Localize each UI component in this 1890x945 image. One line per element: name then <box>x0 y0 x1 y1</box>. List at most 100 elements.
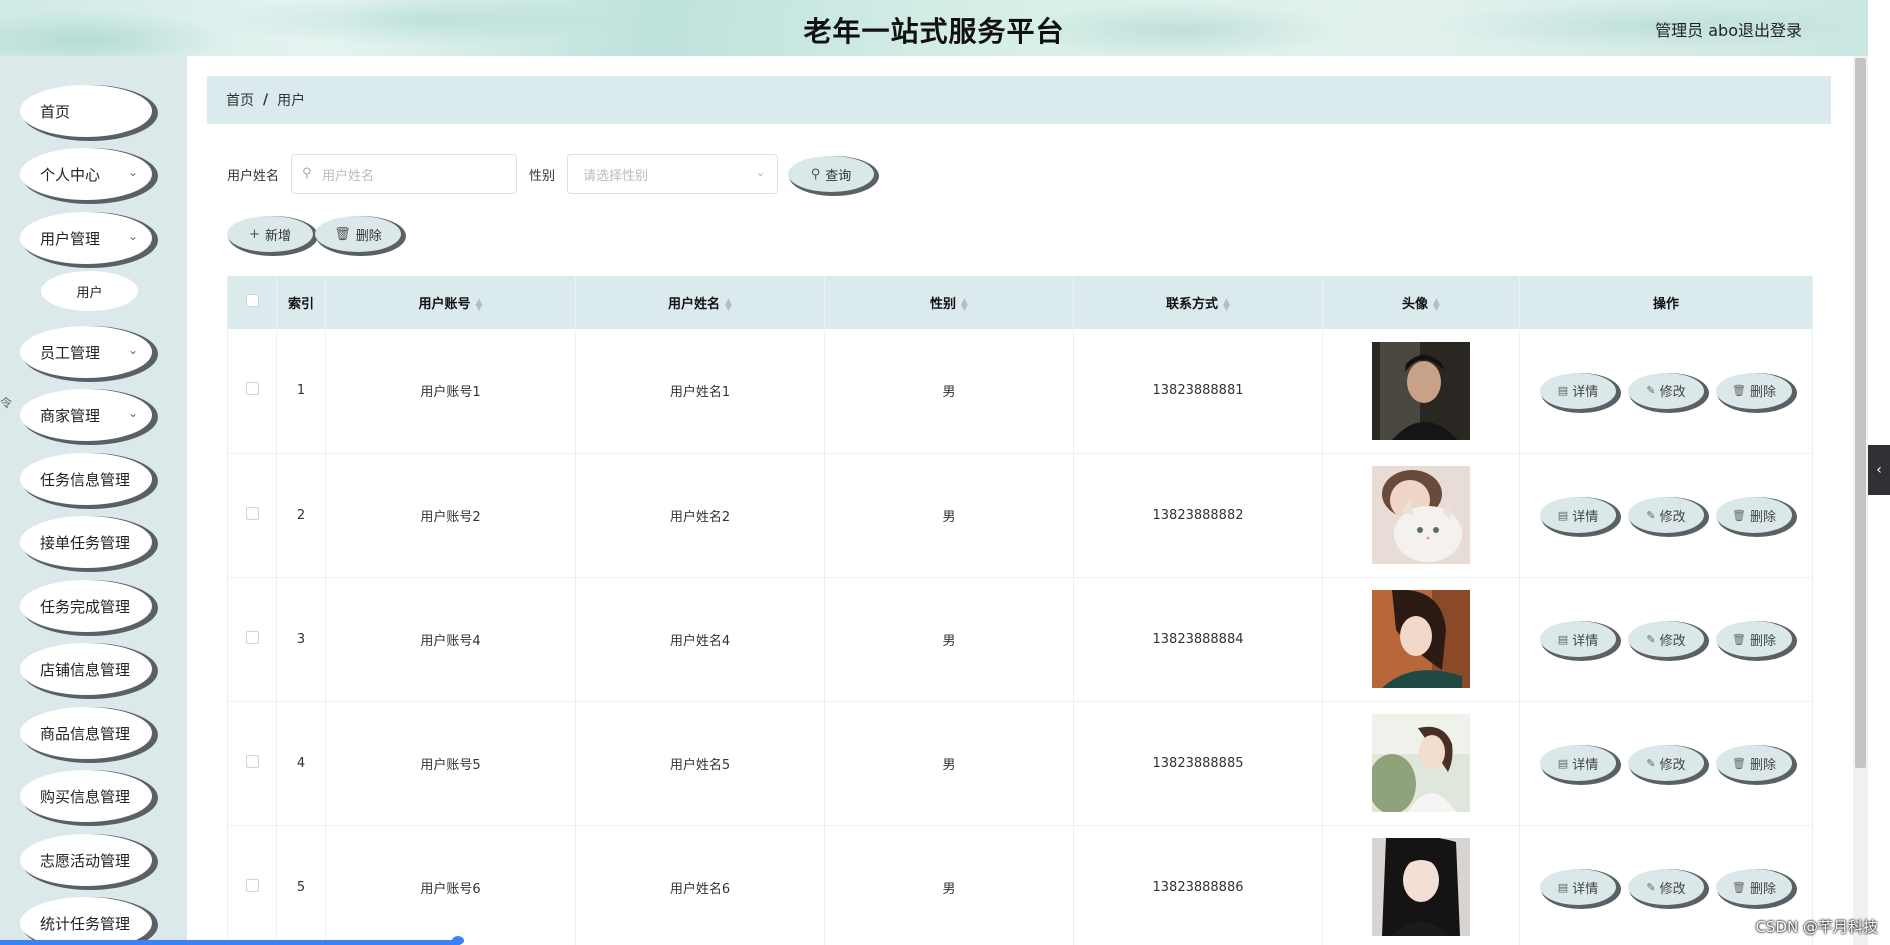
scrollbar-thumb[interactable] <box>1855 58 1866 768</box>
sidebar-item-purchase-info[interactable]: 购买信息管理 <box>20 770 152 822</box>
column-header-sex[interactable]: 性别 ▲ ▼ <box>824 276 1074 329</box>
avatar[interactable] <box>1372 341 1470 440</box>
row-checkbox[interactable] <box>245 506 259 520</box>
sidebar-item-accepted-tasks[interactable]: 接单任务管理 <box>20 516 152 568</box>
chevron-left-icon: ‹ <box>1876 462 1882 478</box>
select-all-checkbox[interactable] <box>245 294 259 307</box>
detail-button[interactable]: ▤ 详情 <box>1540 621 1616 657</box>
sidebar-subitem-user[interactable]: 用户 <box>41 271 138 311</box>
breadcrumb-home[interactable]: 首页 <box>226 90 254 110</box>
cell-name: 用户姓名5 <box>575 701 825 826</box>
column-header-account[interactable]: 用户账号 ▲ ▼ <box>325 276 576 329</box>
sort-icon[interactable]: ▲ ▼ <box>725 297 732 312</box>
trash-icon: 🗑 <box>1732 384 1746 398</box>
row-delete-button[interactable]: 🗑 删除 <box>1716 497 1792 533</box>
collapse-panel-button[interactable]: ‹ <box>1868 445 1890 495</box>
cell-sex: 男 <box>824 329 1074 454</box>
sidebar-item-task-info[interactable]: 任务信息管理 <box>20 453 152 505</box>
sidebar-item-task-statistics[interactable]: 统计任务管理 <box>20 897 152 945</box>
sidebar-item-home[interactable]: 首页 <box>20 85 152 137</box>
cell-ops: ▤ 详情 ✎ 修改 🗑 删除 <box>1519 577 1813 702</box>
sort-icon[interactable]: ▲ ▼ <box>1433 297 1440 312</box>
cell-ops: ▤ 详情 ✎ 修改 🗑 删除 <box>1519 701 1813 826</box>
sort-icon[interactable]: ▲ ▼ <box>1223 297 1230 312</box>
row-checkbox[interactable] <box>245 382 259 396</box>
cell-contact: 13823888884 <box>1073 577 1323 702</box>
add-button[interactable]: + 新增 <box>227 216 313 252</box>
delete-button-label: 删除 <box>355 228 382 244</box>
chevron-down-icon: ⌄ <box>127 406 138 420</box>
chevron-down-icon: ⌄ <box>127 229 138 243</box>
row-delete-button[interactable]: 🗑 删除 <box>1716 621 1792 657</box>
table-row: 4 用户账号5 用户姓名5 男 13823888885 ▤ 详情 ✎ 修改 🗑 … <box>227 701 1813 826</box>
row-delete-button[interactable]: 🗑 删除 <box>1716 869 1792 905</box>
column-header-avatar[interactable]: 头像 ▲ ▼ <box>1322 276 1520 329</box>
cell-contact: 13823888881 <box>1073 329 1323 454</box>
row-checkbox[interactable] <box>245 630 259 644</box>
sidebar-item-shop-info[interactable]: 店铺信息管理 <box>20 643 152 695</box>
sidebar-item-merchant-management[interactable]: 商家管理 ⌄ <box>20 389 152 441</box>
query-button[interactable]: ⚲ 查询 <box>788 156 875 192</box>
edit-button[interactable]: ✎ 修改 <box>1628 621 1704 657</box>
detail-button[interactable]: ▤ 详情 <box>1540 869 1616 905</box>
add-button-label: 新增 <box>264 228 291 244</box>
row-select-cell <box>227 329 277 454</box>
sidebar-item-task-completion[interactable]: 任务完成管理 <box>20 580 152 632</box>
trash-icon: 🗑 <box>334 226 351 242</box>
avatar[interactable] <box>1372 466 1470 564</box>
name-search-placeholder: 用户姓名 <box>322 168 375 184</box>
cell-avatar <box>1322 577 1520 702</box>
cell-account: 用户账号4 <box>325 577 576 702</box>
row-delete-button[interactable]: 🗑 删除 <box>1716 372 1792 409</box>
sidebar-item-staff-management[interactable]: 员工管理 ⌄ <box>20 326 152 378</box>
column-header-name[interactable]: 用户姓名 ▲ ▼ <box>575 276 825 329</box>
cell-contact: 13823888885 <box>1073 701 1323 826</box>
sidebar-item-product-info[interactable]: 商品信息管理 <box>20 707 152 759</box>
row-delete-button[interactable]: 🗑 删除 <box>1716 745 1792 781</box>
row-checkbox[interactable] <box>245 878 259 892</box>
edit-button-label: 修改 <box>1659 633 1686 649</box>
sidebar-item-label: 首页 <box>40 102 71 121</box>
avatar[interactable] <box>1372 590 1470 688</box>
row-select-cell <box>227 701 277 826</box>
pencil-icon: ✎ <box>1646 880 1656 894</box>
trash-icon: 🗑 <box>1732 880 1746 894</box>
sidebar-item-label: 接单任务管理 <box>40 533 131 552</box>
watermark: CSDN @芊月科技 <box>1755 918 1878 936</box>
cell-avatar <box>1322 701 1520 826</box>
avatar[interactable] <box>1372 838 1470 936</box>
sidebar-item-label: 用户管理 <box>40 229 101 248</box>
row-checkbox[interactable] <box>245 754 259 768</box>
name-search-input[interactable]: ⚲ 用户姓名 <box>291 154 518 194</box>
row-select-cell <box>227 453 277 578</box>
sort-icon[interactable]: ▲ ▼ <box>961 297 968 312</box>
table-row: 1 用户账号1 用户姓名1 男 13823888881 ▤ 详情 ✎ 修改 🗑 删除 <box>227 329 1813 454</box>
sex-filter-label: 性别 <box>529 168 556 184</box>
sidebar-item-user-management[interactable]: 用户管理 ⌄ <box>20 212 152 264</box>
detail-button[interactable]: ▤ 详情 <box>1540 745 1616 781</box>
edit-button[interactable]: ✎ 修改 <box>1628 497 1704 533</box>
column-header-label: 联系方式 <box>1166 297 1219 312</box>
row-delete-button-label: 删除 <box>1749 509 1776 525</box>
table-row: 2 用户账号2 用户姓名2 男 13823888882 ▤ 详情 ✎ 修改 🗑 … <box>227 453 1813 578</box>
detail-button[interactable]: ▤ 详情 <box>1540 372 1616 409</box>
progress-handle[interactable] <box>452 936 464 945</box>
edit-button[interactable]: ✎ 修改 <box>1628 745 1704 781</box>
batch-delete-button[interactable]: 🗑 删除 <box>315 216 401 252</box>
current-user-label: 管理员 abo <box>1655 21 1738 40</box>
cell-sex: 男 <box>824 577 1074 702</box>
trash-icon: 🗑 <box>1732 632 1746 646</box>
cell-index: 2 <box>276 453 326 578</box>
edit-button[interactable]: ✎ 修改 <box>1628 869 1704 905</box>
detail-button[interactable]: ▤ 详情 <box>1540 497 1616 533</box>
sort-icon[interactable]: ▲ ▼ <box>476 297 483 312</box>
cell-sex: 男 <box>824 453 1074 578</box>
avatar[interactable] <box>1372 714 1470 812</box>
sex-select[interactable]: 请选择性别 ⌄ <box>567 154 779 194</box>
sidebar-item-volunteer-activity[interactable]: 志愿活动管理 <box>20 834 152 886</box>
edit-button[interactable]: ✎ 修改 <box>1628 372 1704 409</box>
pencil-icon: ✎ <box>1646 756 1656 770</box>
sidebar-item-personal-center[interactable]: 个人中心 ⌄ <box>20 148 152 200</box>
column-header-contact[interactable]: 联系方式 ▲ ▼ <box>1073 276 1323 329</box>
logout-link[interactable]: 退出登录 <box>1738 17 1802 41</box>
